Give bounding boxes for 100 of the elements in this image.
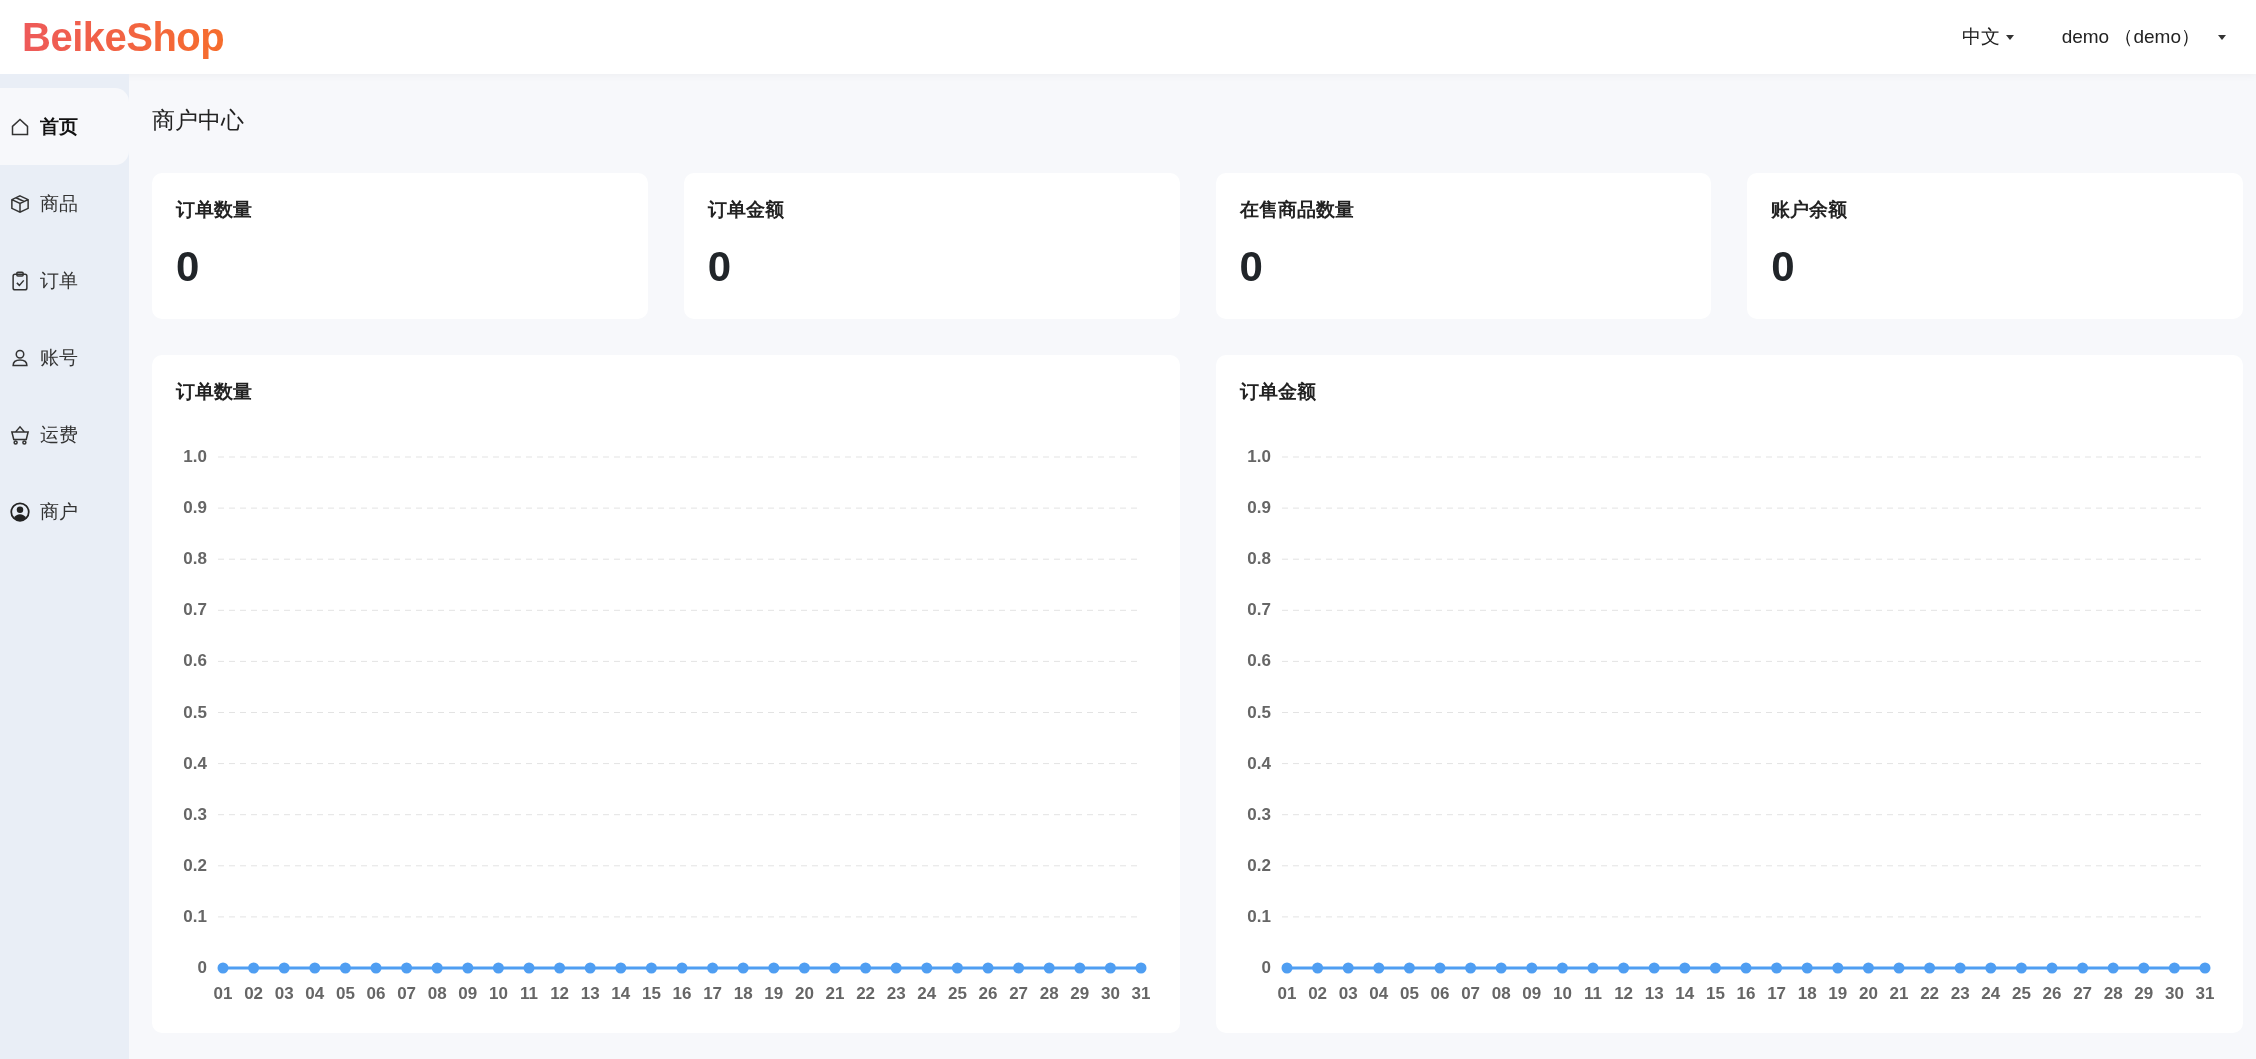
x-tick-label: 02 xyxy=(244,984,264,1003)
chart-title: 订单数量 xyxy=(176,380,253,404)
x-tick-label: 19 xyxy=(1827,984,1847,1003)
data-point xyxy=(1648,962,1660,974)
sidebar-item[interactable]: 订单 xyxy=(0,242,129,319)
y-tick-label: 1.0 xyxy=(183,447,207,466)
sidebar-item[interactable]: 商户 xyxy=(0,473,129,550)
y-tick-label: 0.4 xyxy=(1246,753,1271,773)
data-point xyxy=(1984,962,1996,974)
x-tick-label: 29 xyxy=(2133,984,2153,1003)
x-tick-label: 23 xyxy=(886,984,906,1003)
data-point xyxy=(1281,962,1292,974)
x-tick-label: 02 xyxy=(1307,984,1327,1003)
y-tick-label: 0.9 xyxy=(1246,498,1271,518)
data-point xyxy=(1709,962,1721,974)
x-tick-label: 05 xyxy=(1399,984,1419,1003)
stat-label: 账户余额 xyxy=(1771,198,1849,222)
x-tick-label: 08 xyxy=(1491,984,1511,1003)
sidebar-item[interactable]: 运费 xyxy=(0,396,129,473)
data-point xyxy=(1342,962,1354,974)
page-title: 商户中心 xyxy=(152,106,245,135)
data-point xyxy=(1893,962,1904,974)
y-tick-label: 0.7 xyxy=(183,600,207,620)
data-point xyxy=(1770,962,1782,974)
data-point xyxy=(584,962,596,974)
x-tick-label: 12 xyxy=(550,984,570,1003)
x-tick-label: 16 xyxy=(672,984,692,1003)
data-point xyxy=(1556,962,1568,974)
x-tick-label: 07 xyxy=(1460,984,1480,1003)
data-point xyxy=(2107,962,2119,974)
data-point xyxy=(1587,962,1598,974)
x-tick-label: 25 xyxy=(947,984,967,1003)
y-tick-label: 0.3 xyxy=(183,804,207,824)
data-point xyxy=(1043,962,1055,974)
sidebar-item[interactable]: 商品 xyxy=(0,165,129,242)
x-tick-label: 27 xyxy=(2072,984,2092,1003)
data-point xyxy=(1372,962,1384,974)
x-tick-label: 13 xyxy=(580,984,600,1003)
data-point xyxy=(339,962,351,974)
y-tick-label: 0.2 xyxy=(1246,855,1271,875)
x-tick-label: 14 xyxy=(1674,984,1694,1003)
x-tick-label: 20 xyxy=(794,984,814,1003)
stat-value: 0 xyxy=(1239,243,1264,291)
y-tick-label: 0.6 xyxy=(183,651,207,671)
data-point xyxy=(890,962,902,974)
data-point xyxy=(431,962,443,974)
y-tick-label: 0.8 xyxy=(183,549,207,569)
x-tick-label: 30 xyxy=(2164,984,2184,1003)
x-tick-label: 31 xyxy=(1131,984,1151,1003)
x-tick-label: 28 xyxy=(2103,984,2123,1003)
x-tick-label: 11 xyxy=(520,984,538,1003)
data-point xyxy=(217,962,229,974)
data-point xyxy=(1525,962,1537,974)
data-point xyxy=(1495,962,1507,974)
x-tick-label: 16 xyxy=(1736,984,1755,1003)
x-tick-label: 24 xyxy=(917,984,937,1003)
x-tick-label: 04 xyxy=(1368,984,1388,1003)
data-point xyxy=(1678,962,1690,974)
x-tick-label: 21 xyxy=(1889,984,1908,1003)
cart-icon xyxy=(10,424,30,445)
clipboard-check-icon xyxy=(10,270,30,291)
x-tick-label: 03 xyxy=(1338,984,1358,1003)
data-point xyxy=(982,962,994,974)
sidebar-item[interactable]: 首页 xyxy=(0,88,129,165)
x-tick-label: 09 xyxy=(1521,984,1541,1003)
x-tick-label: 29 xyxy=(1070,984,1090,1003)
data-point xyxy=(737,962,749,974)
sidebar-item[interactable]: 账号 xyxy=(0,319,129,396)
data-point xyxy=(1434,962,1445,974)
user-dropdown[interactable]: demo （demo） xyxy=(2057,20,2230,54)
data-point xyxy=(462,962,474,974)
data-point xyxy=(798,962,810,974)
x-tick-label: 23 xyxy=(1950,984,1970,1003)
language-dropdown[interactable]: 中文 xyxy=(1957,20,2018,54)
x-tick-label: 22 xyxy=(1919,984,1939,1003)
data-point xyxy=(1862,962,1874,974)
data-point xyxy=(921,962,933,974)
data-point xyxy=(248,962,260,974)
x-tick-label: 08 xyxy=(427,984,447,1003)
data-point xyxy=(1740,962,1751,974)
stat-label: 订单数量 xyxy=(176,198,253,222)
chart-title: 订单金额 xyxy=(1239,380,1317,404)
x-tick-label: 26 xyxy=(978,984,998,1003)
x-tick-label: 01 xyxy=(1277,984,1296,1003)
x-tick-label: 20 xyxy=(1858,984,1878,1003)
data-point xyxy=(309,962,321,974)
x-tick-label: 06 xyxy=(366,984,386,1003)
x-tick-label: 10 xyxy=(1552,984,1572,1003)
x-tick-label: 30 xyxy=(1100,984,1120,1003)
y-tick-label: 0.1 xyxy=(183,906,207,926)
data-point xyxy=(2015,962,2027,974)
x-tick-label: 22 xyxy=(856,984,876,1003)
data-point xyxy=(1074,962,1086,974)
x-tick-label: 25 xyxy=(2011,984,2031,1003)
data-point xyxy=(2199,962,2210,974)
x-tick-label: 31 xyxy=(2195,984,2214,1003)
data-point xyxy=(278,962,290,974)
stat-value: 0 xyxy=(1771,243,1796,291)
data-point xyxy=(768,962,780,974)
data-point xyxy=(676,962,688,974)
